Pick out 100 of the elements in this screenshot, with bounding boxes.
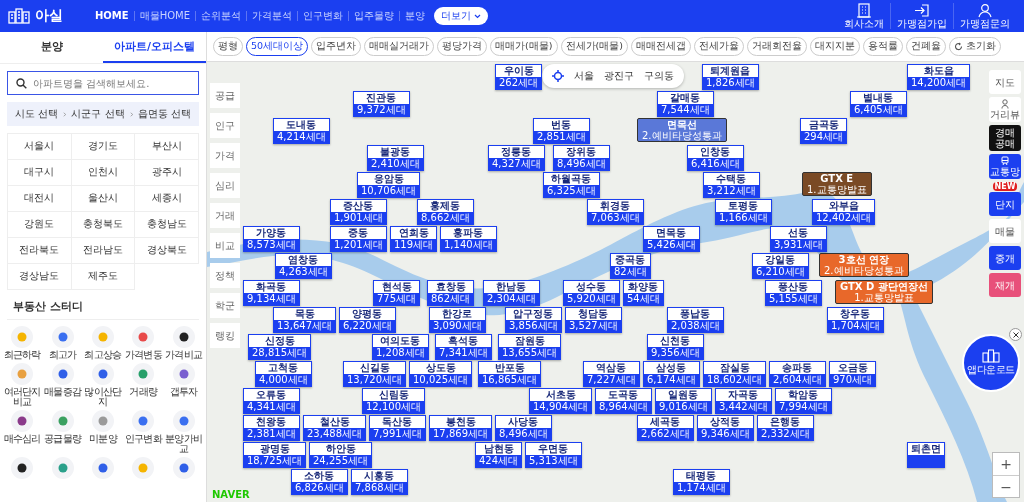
- complex-marker[interactable]: 송파동 2,604세대: [769, 361, 826, 387]
- complex-marker[interactable]: 남현동 424세대: [475, 442, 523, 468]
- study-item[interactable]: 최근하락: [2, 326, 43, 360]
- complex-marker[interactable]: 학암동 7,994세대: [775, 388, 832, 414]
- study-item[interactable]: 매수심리: [2, 410, 43, 454]
- complex-marker[interactable]: 신길동 13,720세대: [343, 361, 406, 387]
- complex-marker[interactable]: 창우동 1,704세대: [827, 307, 884, 333]
- complex-marker[interactable]: 불광동 2,410세대: [367, 145, 424, 171]
- complex-marker[interactable]: 진관동 9,372세대: [353, 91, 410, 117]
- complex-marker[interactable]: 응암동 10,706세대: [357, 172, 420, 198]
- map-menu-button[interactable]: 거래: [210, 203, 240, 228]
- complex-marker[interactable]: 천왕동 2,381세대: [243, 415, 300, 441]
- complex-marker[interactable]: 현석동 775세대: [373, 280, 421, 306]
- transit-label[interactable]: GTX E 1.교통망발표: [802, 172, 872, 196]
- complex-marker[interactable]: 목동 13,647세대: [273, 307, 336, 333]
- complex-marker[interactable]: 한남동 2,304세대: [483, 280, 540, 306]
- complex-marker[interactable]: 증산동 1,901세대: [330, 199, 387, 225]
- dot-icon[interactable]: [57, 463, 68, 473]
- complex-marker[interactable]: 풍산동 5,155세대: [765, 280, 822, 306]
- study-item[interactable]: 여러단지비교: [2, 363, 43, 407]
- complex-marker[interactable]: 화양동 54세대: [623, 280, 664, 306]
- complex-marker[interactable]: 우이동 262세대: [495, 64, 543, 90]
- region-item[interactable]: 부산시: [135, 134, 199, 160]
- complex-marker[interactable]: 휘경동 7,063세대: [587, 199, 644, 225]
- complex-marker[interactable]: 철산동 23,488세대: [303, 415, 366, 441]
- study-item[interactable]: 최고가: [42, 326, 83, 360]
- complex-marker[interactable]: 별내동 6,405세대: [850, 91, 907, 117]
- region-item[interactable]: 제주도: [71, 264, 136, 290]
- breadcrumb-item[interactable]: 시도 선택: [15, 107, 59, 121]
- complex-marker[interactable]: 흑석동 7,341세대: [435, 334, 492, 360]
- region-item[interactable]: 충청남도: [135, 212, 199, 238]
- complex-marker[interactable]: 독산동 7,991세대: [369, 415, 426, 441]
- location-item[interactable]: 서울: [574, 69, 594, 83]
- complex-marker[interactable]: 퇴계원읍 1,826세대: [702, 64, 759, 90]
- map-control-button[interactable]: 재개: [989, 273, 1021, 297]
- study-item[interactable]: 거래량: [123, 363, 164, 407]
- nav-link[interactable]: 가격분석: [247, 11, 298, 21]
- map-menu-button[interactable]: 정책: [210, 263, 240, 288]
- complex-marker[interactable]: 풍납동 2,038세대: [667, 307, 724, 333]
- complex-marker[interactable]: 갈매동 7,544세대: [657, 91, 714, 117]
- complex-marker[interactable]: 고척동 4,000세대: [255, 361, 312, 387]
- complex-marker[interactable]: 하안동 24,255세대: [309, 442, 372, 468]
- complex-marker[interactable]: 장위동 8,496세대: [553, 145, 610, 171]
- map-menu-button[interactable]: 공급: [210, 83, 240, 108]
- complex-marker[interactable]: 양평동 6,220세대: [339, 307, 396, 333]
- complex-marker[interactable]: 오금동 970세대: [829, 361, 877, 387]
- region-item[interactable]: 대구시: [8, 160, 72, 186]
- study-item[interactable]: 최고상승: [82, 326, 124, 360]
- complex-marker[interactable]: 소하동 6,826세대: [291, 469, 348, 495]
- complex-marker[interactable]: 태평동 1,174세대: [673, 469, 730, 495]
- region-item[interactable]: 경기도: [71, 134, 136, 160]
- map-control-button[interactable]: 거리뷰: [989, 97, 1021, 122]
- complex-marker[interactable]: 도곡동 8,964세대: [595, 388, 652, 414]
- map-menu-button[interactable]: 학군: [210, 293, 240, 318]
- search-box[interactable]: 아파트명을 검색해보세요.: [7, 71, 199, 95]
- complex-marker[interactable]: 우면동 5,313세대: [525, 442, 582, 468]
- region-item[interactable]: 강원도: [8, 212, 72, 238]
- complex-marker[interactable]: 인창동 6,416세대: [687, 145, 744, 171]
- filter-chip[interactable]: 매매실거래가: [364, 37, 435, 56]
- complex-marker[interactable]: 성수동 5,920세대: [563, 280, 620, 306]
- complex-marker[interactable]: 역삼동 7,227세대: [583, 361, 640, 387]
- filter-chip[interactable]: 용적률: [862, 37, 903, 56]
- complex-marker[interactable]: 하월곡동 6,325세대: [543, 172, 600, 198]
- complex-marker[interactable]: 선동 3,931세대: [770, 226, 827, 252]
- study-item[interactable]: 매물증감: [42, 363, 83, 407]
- complex-marker[interactable]: 토평동 1,166세대: [715, 199, 772, 225]
- region-item[interactable]: 서울시: [8, 134, 72, 160]
- complex-marker[interactable]: 세곡동 2,662세대: [637, 415, 694, 441]
- region-item[interactable]: 경상북도: [135, 238, 199, 264]
- region-item[interactable]: 인천시: [71, 160, 136, 186]
- complex-marker[interactable]: 한강로 3,090세대: [429, 307, 486, 333]
- complex-marker[interactable]: 삼성동 6,174세대: [643, 361, 700, 387]
- complex-marker[interactable]: 은행동 2,332세대: [757, 415, 814, 441]
- filter-chip[interactable]: 전세가(매물): [560, 37, 628, 56]
- header-link[interactable]: 회사소개: [838, 3, 890, 29]
- map-menu-button[interactable]: 심리: [210, 173, 240, 198]
- filter-chip[interactable]: 거래회전율: [746, 37, 807, 56]
- location-item[interactable]: 구의동: [644, 69, 674, 83]
- region-item[interactable]: 대전시: [8, 186, 72, 212]
- map-menu-button[interactable]: 비교: [210, 233, 240, 258]
- region-item[interactable]: 전라북도: [8, 238, 72, 264]
- complex-marker[interactable]: 오류동 4,341세대: [243, 388, 300, 414]
- complex-marker[interactable]: 홍파동 1,140세대: [440, 226, 497, 252]
- filter-chip[interactable]: 매매가(매물): [490, 37, 558, 56]
- study-item[interactable]: 분양가비교: [163, 410, 204, 454]
- complex-marker[interactable]: 화곡동 9,134세대: [243, 280, 300, 306]
- study-item[interactable]: 갭투자: [163, 363, 204, 407]
- complex-marker[interactable]: 시흥동 7,868세대: [351, 469, 408, 495]
- complex-marker[interactable]: 면목동 5,426세대: [643, 226, 700, 252]
- map-control-button[interactable]: 교통망: [989, 154, 1021, 179]
- filter-chip[interactable]: 50세대이상: [246, 37, 309, 56]
- study-item[interactable]: 가격비교: [163, 326, 204, 360]
- complex-marker[interactable]: 정릉동 4,327세대: [488, 145, 545, 171]
- filter-chip[interactable]: 입주년차: [311, 37, 362, 56]
- dot-icon[interactable]: [178, 463, 189, 473]
- complex-marker[interactable]: 염창동 4,263세대: [275, 253, 332, 279]
- complex-marker[interactable]: 홍제동 8,662세대: [417, 199, 474, 225]
- map-control-button[interactable]: 매물: [989, 219, 1021, 243]
- region-item[interactable]: 광주시: [135, 160, 199, 186]
- reset-button[interactable]: 초기화: [948, 37, 1001, 56]
